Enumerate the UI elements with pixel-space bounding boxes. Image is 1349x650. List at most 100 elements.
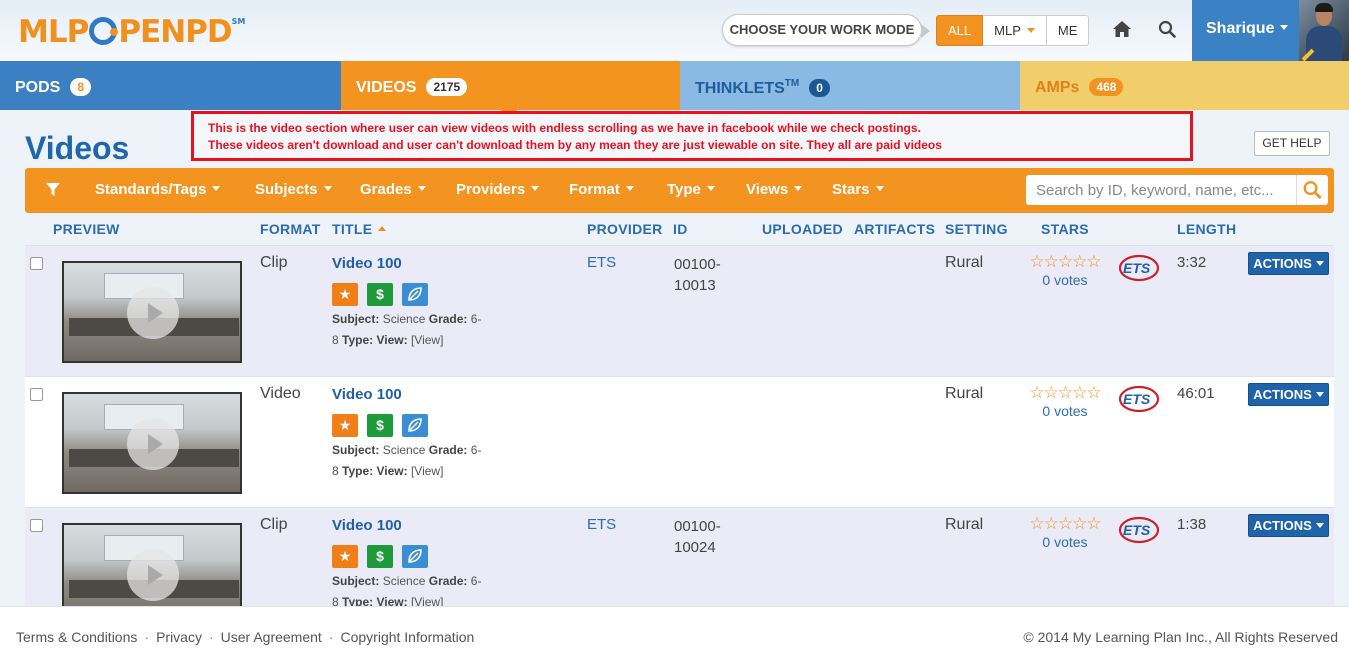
rating-stars-icon[interactable]: ☆☆☆☆☆ xyxy=(1024,252,1106,271)
rating-stars-icon[interactable]: ☆☆☆☆☆ xyxy=(1024,383,1106,402)
view-link[interactable]: [View] xyxy=(411,464,443,478)
chevron-down-icon xyxy=(1315,261,1324,266)
video-title-link[interactable]: Video 100 xyxy=(332,517,402,534)
play-icon[interactable] xyxy=(127,549,179,601)
video-meta: Subject: Science Grade: 6- 8 Type: View:… xyxy=(332,312,482,347)
dollar-icon[interactable]: $ xyxy=(367,283,393,306)
page-title: Videos xyxy=(25,130,130,166)
annotation-line-2: These videos aren't download and user ca… xyxy=(208,138,942,152)
mlp-openpd-logo[interactable]: MLP PENPDSM xyxy=(18,14,245,50)
col-provider: PROVIDER xyxy=(587,221,663,237)
star-icon[interactable]: ★ xyxy=(332,283,358,306)
vote-count: 0 votes xyxy=(1042,272,1088,288)
row-checkbox[interactable] xyxy=(30,519,43,532)
video-title-link[interactable]: Video 100 xyxy=(332,255,402,272)
play-icon[interactable] xyxy=(127,418,179,470)
view-link[interactable]: [View] xyxy=(411,595,443,606)
search-button-icon[interactable] xyxy=(1296,175,1328,205)
user-agreement-link[interactable]: User Agreement xyxy=(221,629,322,645)
mode-all-button[interactable]: ALL xyxy=(936,15,984,46)
chevron-down-icon xyxy=(212,186,221,191)
chevron-down-icon xyxy=(625,186,634,191)
filter-standards-tags[interactable]: Standards/Tags xyxy=(95,181,221,198)
leaf-icon[interactable] xyxy=(402,283,428,306)
leaf-icon[interactable] xyxy=(402,414,428,437)
tab-pods[interactable]: PODS 8 xyxy=(0,61,341,110)
video-thumbnail[interactable] xyxy=(62,523,242,606)
mode-mlp-button[interactable]: MLP xyxy=(983,15,1047,46)
actions-button[interactable]: ACTIONS xyxy=(1248,252,1329,275)
star-icon[interactable]: ★ xyxy=(332,545,358,568)
video-thumbnail[interactable] xyxy=(62,261,242,363)
funnel-icon[interactable] xyxy=(46,183,60,197)
copyright-text: © 2014 My Learning Plan Inc., All Rights… xyxy=(1023,629,1338,645)
tab-thinklets[interactable]: THINKLETSTM 0 xyxy=(680,61,1020,110)
video-setting: Rural xyxy=(945,385,984,402)
user-menu[interactable]: Sharique xyxy=(1192,0,1349,61)
video-title-link[interactable]: Video 100 xyxy=(332,386,402,403)
view-link[interactable]: [View] xyxy=(411,333,443,347)
amps-count-badge: 468 xyxy=(1089,78,1124,96)
trademark-mark: TM xyxy=(784,78,800,89)
vote-count: 0 votes xyxy=(1042,534,1088,550)
video-length: 3:32 xyxy=(1177,254,1207,271)
video-thumbnail[interactable] xyxy=(62,392,242,494)
sort-ascending-icon xyxy=(378,226,387,231)
logo-text-mlp: MLP xyxy=(18,14,89,50)
chevron-down-icon xyxy=(1280,25,1289,30)
home-icon[interactable] xyxy=(1112,20,1132,38)
filter-bar: Standards/Tags Subjects Grades Providers… xyxy=(25,168,1334,213)
col-stars: STARS xyxy=(1041,221,1089,237)
search-icon[interactable] xyxy=(1158,20,1176,38)
actions-button[interactable]: ACTIONS xyxy=(1248,514,1329,537)
filter-views[interactable]: Views xyxy=(746,181,803,198)
user-name: Sharique xyxy=(1206,20,1275,37)
filter-type[interactable]: Type xyxy=(667,181,715,198)
star-rating[interactable]: ☆☆☆☆☆ 0 votes xyxy=(1024,383,1106,420)
thinklets-count-badge: 0 xyxy=(809,79,830,97)
tab-videos[interactable]: VIDEOS 2175 xyxy=(341,61,680,118)
vote-count: 0 votes xyxy=(1042,403,1088,419)
get-help-button[interactable]: GET HELP xyxy=(1254,131,1330,156)
star-rating[interactable]: ☆☆☆☆☆ 0 votes xyxy=(1024,252,1106,289)
filter-subjects[interactable]: Subjects xyxy=(255,181,332,198)
video-format: Clip xyxy=(260,254,288,271)
col-format: FORMAT xyxy=(260,221,321,237)
row-checkbox[interactable] xyxy=(30,388,43,401)
star-icon[interactable]: ★ xyxy=(332,414,358,437)
provider-link[interactable]: ETS xyxy=(587,254,616,271)
filter-grades[interactable]: Grades xyxy=(360,181,426,198)
chevron-down-icon xyxy=(1026,28,1035,33)
terms-link[interactable]: Terms & Conditions xyxy=(16,629,137,645)
filter-providers[interactable]: Providers xyxy=(456,181,540,198)
search-input[interactable] xyxy=(1026,175,1298,205)
actions-button[interactable]: ACTIONS xyxy=(1248,383,1329,406)
video-setting: Rural xyxy=(945,516,984,533)
dollar-icon[interactable]: $ xyxy=(367,414,393,437)
filter-stars[interactable]: Stars xyxy=(832,181,884,198)
tab-videos-label: VIDEOS xyxy=(356,79,417,96)
tab-amps[interactable]: AMPs 468 xyxy=(1020,61,1349,110)
video-tags: ★ $ xyxy=(332,414,428,437)
privacy-link[interactable]: Privacy xyxy=(156,629,202,645)
star-rating[interactable]: ☆☆☆☆☆ 0 votes xyxy=(1024,514,1106,551)
row-checkbox[interactable] xyxy=(30,257,43,270)
dollar-icon[interactable]: $ xyxy=(367,545,393,568)
rating-stars-icon[interactable]: ☆☆☆☆☆ xyxy=(1024,514,1106,533)
search-box xyxy=(1026,175,1328,205)
table-row: Video Video 100 ★ $ Subject: Science Gra… xyxy=(25,376,1334,507)
play-icon[interactable] xyxy=(127,287,179,339)
col-title[interactable]: TITLE xyxy=(332,221,387,237)
user-name-dropdown[interactable]: Sharique xyxy=(1206,20,1289,38)
chevron-down-icon xyxy=(531,186,540,191)
mode-me-button[interactable]: ME xyxy=(1046,15,1090,46)
leaf-icon[interactable] xyxy=(402,545,428,568)
filter-format[interactable]: Format xyxy=(569,181,634,198)
provider-link[interactable]: ETS xyxy=(587,516,616,533)
copyright-info-link[interactable]: Copyright Information xyxy=(340,629,474,645)
page-footer: Terms & Conditions · Privacy · User Agreemen… xyxy=(0,606,1349,650)
avatar[interactable] xyxy=(1299,0,1349,61)
video-tags: ★ $ xyxy=(332,545,428,568)
pods-count-badge: 8 xyxy=(70,78,92,96)
video-tags: ★ $ xyxy=(332,283,428,306)
